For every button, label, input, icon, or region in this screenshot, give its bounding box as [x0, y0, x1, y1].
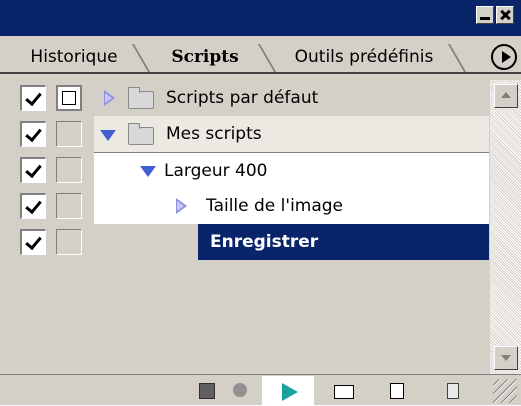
item-label: Enregistrer — [210, 232, 319, 252]
minimize-icon[interactable] — [476, 6, 494, 24]
tab-strip: Historique Scripts Outils prédéfinis — [0, 36, 521, 74]
list-item[interactable]: Largeur 400 — [12, 152, 489, 189]
toggle-item-checkbox[interactable] — [20, 121, 46, 147]
play-icon[interactable] — [262, 376, 314, 406]
list-item[interactable]: Taille de l'image — [12, 188, 489, 224]
item-label: Taille de l'image — [206, 196, 344, 216]
folder-icon — [128, 123, 154, 145]
resize-grip-icon[interactable] — [493, 379, 517, 403]
toggle-item-checkbox[interactable] — [20, 85, 46, 111]
vertical-scrollbar[interactable] — [490, 80, 521, 374]
tab-historique[interactable]: Historique — [10, 44, 138, 72]
item-label: Scripts par défaut — [166, 88, 319, 108]
toggle-dialog-box[interactable] — [56, 85, 82, 111]
item-row-content[interactable]: Mes scripts — [94, 116, 489, 152]
item-row-content[interactable]: Largeur 400 — [94, 152, 489, 189]
item-label: Largeur 400 — [164, 161, 268, 181]
record-icon[interactable] — [230, 379, 252, 401]
scripts-panel: Historique Scripts Outils prédéfinis Scr… — [0, 0, 521, 406]
item-row-content[interactable]: Enregistrer — [198, 224, 489, 260]
scripts-list: Scripts par défaut Mes scripts Largeur 4… — [12, 80, 521, 374]
collapse-arrow-icon[interactable] — [100, 130, 116, 141]
collapse-arrow-icon[interactable] — [140, 166, 156, 177]
delete-icon[interactable] — [442, 379, 464, 401]
new-script-icon[interactable] — [386, 379, 408, 401]
item-row-content[interactable]: Scripts par défaut — [94, 80, 489, 116]
expand-arrow-icon[interactable] — [176, 198, 187, 214]
toggle-item-checkbox[interactable] — [20, 229, 46, 255]
toggle-item-checkbox[interactable] — [20, 157, 46, 183]
item-row-content[interactable]: Taille de l'image — [94, 188, 489, 224]
panel-title-bar[interactable] — [0, 0, 521, 36]
scroll-up-icon[interactable] — [494, 84, 518, 108]
scroll-down-icon[interactable] — [494, 346, 518, 370]
new-set-icon[interactable] — [332, 379, 354, 401]
list-item[interactable]: Scripts par défaut — [12, 80, 489, 116]
bottom-toolbar — [0, 374, 521, 406]
tab-scripts[interactable]: Scripts — [146, 44, 264, 72]
list-item-selected[interactable]: Enregistrer — [12, 224, 489, 260]
panel-menu-arrow-icon[interactable] — [491, 44, 517, 70]
item-label: Mes scripts — [166, 124, 262, 144]
toggle-dialog-box[interactable] — [56, 193, 82, 219]
expand-arrow-icon[interactable] — [104, 90, 115, 106]
toggle-dialog-box[interactable] — [56, 229, 82, 255]
toggle-dialog-box[interactable] — [56, 157, 82, 183]
tab-outils-predefinis[interactable]: Outils prédéfinis — [276, 44, 452, 72]
folder-icon — [128, 87, 154, 109]
list-item[interactable]: Mes scripts — [12, 116, 489, 152]
toggle-dialog-box[interactable] — [56, 121, 82, 147]
toggle-item-checkbox[interactable] — [20, 193, 46, 219]
close-icon[interactable] — [496, 6, 514, 24]
stop-icon[interactable] — [196, 379, 218, 401]
